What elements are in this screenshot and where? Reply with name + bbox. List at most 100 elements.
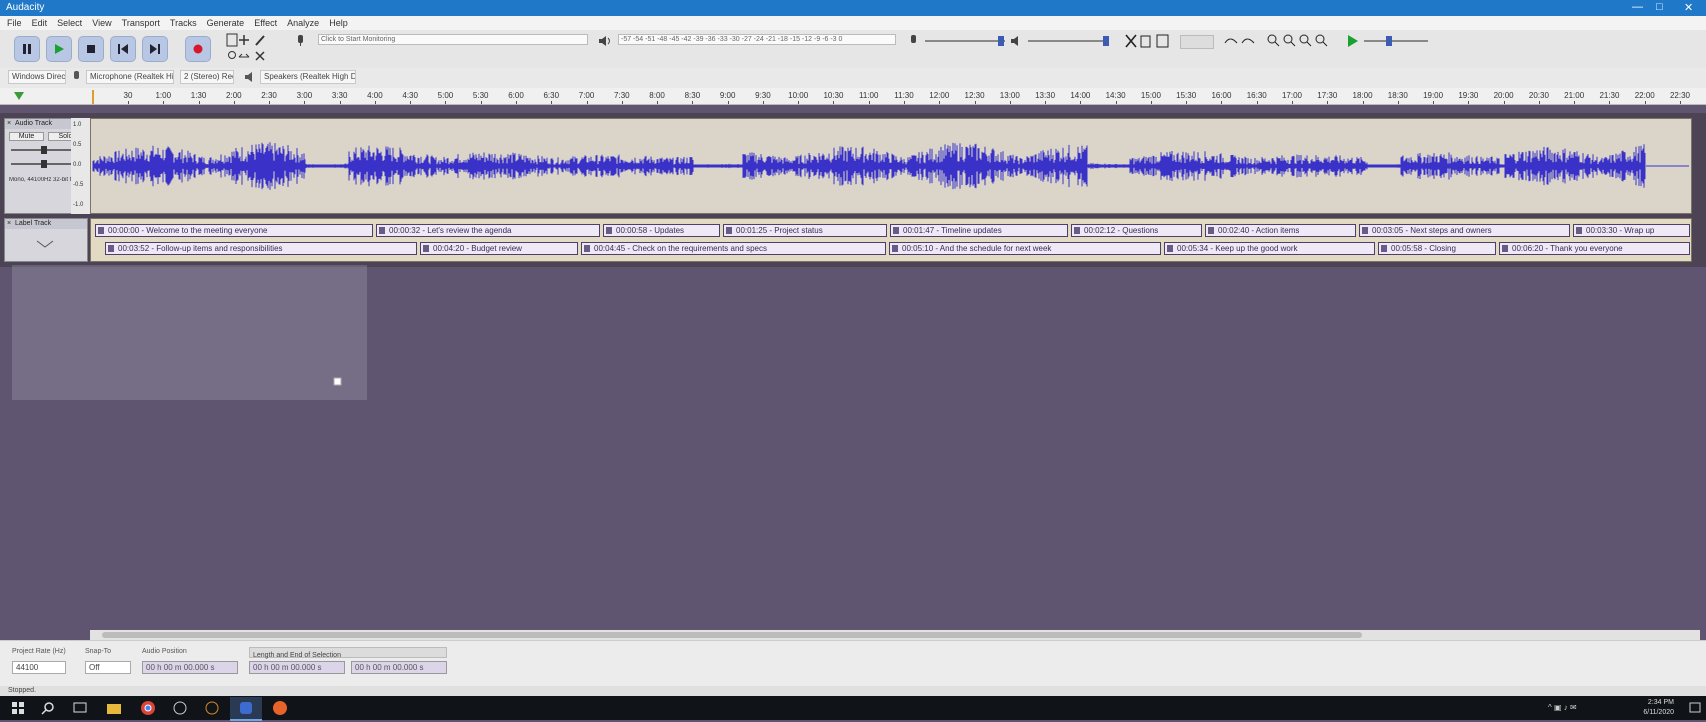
selection-start-field[interactable]: 00 h 00 m 00.000 s [249, 661, 345, 674]
recording-channels-select[interactable]: 2 (Stereo) Recording Channels [180, 70, 234, 84]
tools-toolbar[interactable] [226, 33, 276, 65]
label-track[interactable]: 00:00:00 - Welcome to the meeting everyo… [90, 218, 1692, 262]
menu-analyze[interactable]: Analyze [287, 16, 319, 30]
ruler-tick-label: 5:00 [437, 91, 454, 100]
ruler-tick-mark [445, 101, 447, 104]
task-view-icon[interactable] [72, 700, 88, 716]
search-icon[interactable] [40, 700, 56, 716]
selection-end-field[interactable]: 00 h 00 m 00.000 s [351, 661, 447, 674]
windows-start-icon[interactable] [10, 700, 26, 716]
menu-effect[interactable]: Effect [254, 16, 277, 30]
edit-toolbar[interactable] [1124, 33, 1174, 49]
playback-volume-thumb[interactable] [1103, 36, 1109, 46]
ruler-tick-label: 8:30 [684, 91, 701, 100]
label-marker[interactable]: 00:03:05 - Next steps and owners [1359, 224, 1570, 237]
menu-generate[interactable]: Generate [207, 16, 245, 30]
ruler-tick-mark [1221, 101, 1223, 104]
clock-date[interactable]: 6/11/2020 [1624, 709, 1674, 716]
label-marker[interactable]: 00:00:00 - Welcome to the meeting everyo… [95, 224, 373, 237]
selection-mode-select[interactable]: Length and End of Selection [249, 647, 447, 659]
playback-volume-slider[interactable] [1028, 40, 1108, 42]
label-marker[interactable]: 00:01:25 - Project status [723, 224, 887, 237]
play-at-speed-icon[interactable] [1346, 34, 1360, 48]
ruler-tick-label: 17:30 [1317, 91, 1338, 100]
close-label-track-icon[interactable]: × [7, 219, 11, 229]
firefox-icon[interactable] [272, 700, 288, 716]
record-meter[interactable]: Click to Start Monitoring [318, 34, 588, 45]
menu-tracks[interactable]: Tracks [170, 16, 197, 30]
stop-button[interactable] [78, 36, 104, 62]
trim-silence-buttons[interactable] [1180, 35, 1214, 49]
label-marker[interactable]: 00:05:34 - Keep up the good work [1164, 242, 1375, 255]
label-track-name[interactable]: Label Track [15, 220, 51, 227]
label-marker[interactable]: 00:04:20 - Budget review [420, 242, 578, 255]
ruler-tick-label: 14:30 [1105, 91, 1126, 100]
play-speed-slider[interactable] [1364, 40, 1428, 42]
scrollbar-thumb[interactable] [102, 632, 1362, 638]
ruler-tick-mark [374, 101, 376, 104]
play-speed-thumb[interactable] [1386, 36, 1392, 46]
label-marker[interactable]: 00:05:10 - And the schedule for next wee… [889, 242, 1161, 255]
label-marker[interactable]: 00:00:58 - Updates [603, 224, 720, 237]
clock-time[interactable]: 2:34 PM [1634, 699, 1674, 706]
playback-device-select[interactable]: Speakers (Realtek High Definition Audio) [260, 70, 356, 84]
waveform [92, 142, 1689, 190]
menu-edit[interactable]: Edit [32, 16, 48, 30]
ruler-tick-mark [939, 101, 941, 104]
skip-to-end-button[interactable] [142, 36, 168, 62]
skip-to-start-button[interactable] [110, 36, 136, 62]
label-marker[interactable]: 00:05:58 - Closing [1378, 242, 1496, 255]
close-icon[interactable]: ✕ [1684, 1, 1693, 14]
audio-clip[interactable] [90, 118, 1692, 214]
file-explorer-icon[interactable] [106, 700, 122, 716]
tray-icons[interactable]: ^ ▣ ♪ ✉ [1548, 703, 1577, 712]
collapse-track-icon[interactable] [35, 239, 55, 249]
ruler-tick-label: 13:30 [1035, 91, 1056, 100]
project-rate-label: Project Rate (Hz) [12, 648, 66, 655]
minimize-icon[interactable]: — [1632, 1, 1643, 13]
close-track-icon[interactable]: × [7, 119, 11, 129]
audio-position-field[interactable]: 00 h 00 m 00.000 s [142, 661, 238, 674]
menu-view[interactable]: View [92, 16, 111, 30]
label-marker[interactable]: 00:02:40 - Action items [1205, 224, 1356, 237]
recording-volume-slider[interactable] [925, 40, 1005, 42]
pause-button[interactable] [14, 36, 40, 62]
recording-volume-thumb[interactable] [998, 36, 1004, 46]
audacity-taskbar-button[interactable] [230, 697, 262, 721]
label-marker[interactable]: 00:04:45 - Check on the requirements and… [581, 242, 886, 255]
zoom-toolbar[interactable] [1266, 33, 1334, 49]
label-marker[interactable]: 00:03:30 - Wrap up [1573, 224, 1690, 237]
ruler-tick-label: 30 [123, 91, 133, 100]
menu-file[interactable]: File [7, 16, 22, 30]
ruler-tick-label: 22:30 [1669, 91, 1691, 100]
label-track-controls[interactable]: × Label Track [4, 218, 88, 262]
recording-device-select[interactable]: Microphone (Realtek High Definition Audi… [86, 70, 174, 84]
snap-to-select[interactable]: Off [85, 661, 131, 674]
pinned-head-icon[interactable] [12, 90, 34, 102]
undo-redo[interactable] [1222, 34, 1258, 48]
app-icon-2[interactable] [204, 700, 220, 716]
timeline-ruler[interactable] [0, 88, 1706, 105]
menu-select[interactable]: Select [57, 16, 82, 30]
app-icon[interactable] [172, 700, 188, 716]
play-button[interactable] [46, 36, 72, 62]
label-marker[interactable]: 00:02:12 - Questions [1071, 224, 1202, 237]
horizontal-scrollbar[interactable] [90, 630, 1700, 640]
label-marker[interactable]: 00:03:52 - Follow-up items and responsib… [105, 242, 417, 255]
label-marker[interactable]: 00:06:20 - Thank you everyone [1499, 242, 1690, 255]
playback-meter[interactable]: -57 -54 -51 -48 -45 -42 -39 -36 -33 -30 … [618, 34, 896, 45]
chrome-icon[interactable] [140, 700, 156, 716]
project-rate-select[interactable]: 44100 [12, 661, 66, 674]
ruler-tick-mark [269, 101, 271, 104]
maximize-icon[interactable]: □ [1656, 1, 1663, 13]
ruler-tick-mark [833, 101, 835, 104]
label-marker[interactable]: 00:00:32 - Let's review the agenda [376, 224, 600, 237]
menu-transport[interactable]: Transport [122, 16, 160, 30]
audio-host-select[interactable]: Windows DirectSound [8, 70, 66, 84]
menu-help[interactable]: Help [329, 16, 348, 30]
label-marker[interactable]: 00:01:47 - Timeline updates [890, 224, 1068, 237]
record-button[interactable] [185, 36, 211, 62]
mute-button[interactable]: Mute [9, 132, 44, 141]
notifications-icon[interactable] [1688, 701, 1702, 715]
audio-track-name[interactable]: Audio Track [15, 120, 52, 127]
